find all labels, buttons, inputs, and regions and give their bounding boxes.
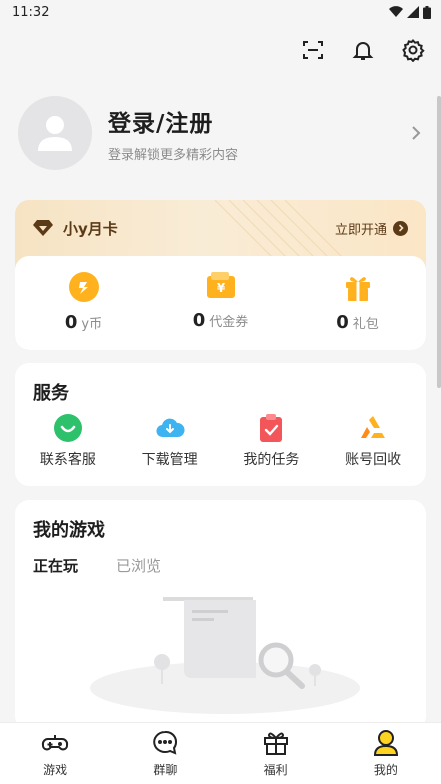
customer-service-icon	[53, 414, 82, 442]
status-bar: 11:32	[0, 0, 441, 24]
games-tabs: 正在玩 已浏览	[33, 555, 161, 577]
nav-group-chat[interactable]: 群聊	[125, 729, 205, 778]
wallet-voucher[interactable]: ¥ 0 代金券	[152, 256, 289, 350]
wallet-ycoin[interactable]: 0 y币	[15, 256, 152, 350]
battery-icon	[423, 5, 431, 19]
my-games-card: 我的游戏 正在玩 已浏览	[15, 500, 426, 730]
gamepad-icon	[42, 735, 69, 751]
ycoin-icon	[68, 272, 99, 302]
ycoin-unit: y币	[81, 317, 103, 332]
status-time: 11:32	[12, 4, 50, 20]
vip-title: 小y月卡	[33, 218, 118, 239]
service-label: 账号回收	[345, 452, 402, 468]
service-label: 联系客服	[39, 452, 96, 468]
avatar[interactable]	[18, 96, 92, 170]
nav-label: 游戏	[43, 763, 68, 777]
task-clipboard-icon	[260, 414, 283, 442]
recycle-icon	[361, 416, 386, 438]
my-games-title: 我的游戏	[33, 520, 105, 541]
default-avatar-icon	[38, 116, 72, 151]
nav-label: 群聊	[153, 763, 178, 777]
service-my-tasks[interactable]: 我的任务	[221, 413, 321, 469]
bell-icon[interactable]	[351, 38, 375, 62]
service-download-manager[interactable]: 下载管理	[120, 413, 220, 469]
profile-text: 登录/注册 登录解锁更多精彩内容	[108, 104, 409, 163]
cloud-download-icon	[156, 418, 185, 438]
scan-icon[interactable]	[301, 38, 325, 62]
nav-games[interactable]: 游戏	[15, 729, 95, 778]
gift-icon	[263, 732, 288, 755]
voucher-unit: 代金券	[209, 315, 249, 330]
profile-login[interactable]: 登录/注册 登录解锁更多精彩内容	[18, 96, 423, 170]
svg-text:¥: ¥	[216, 281, 225, 295]
login-register-title[interactable]: 登录/注册	[108, 104, 409, 138]
diamond-icon	[33, 220, 53, 236]
user-icon	[373, 730, 398, 756]
wallet-gift-pack[interactable]: 0 礼包	[289, 256, 426, 350]
service-label: 我的任务	[243, 452, 300, 468]
wallet-row: 0 y币 ¥ 0 代金券 0 礼包	[15, 256, 426, 350]
status-icons	[389, 5, 431, 19]
nav-label: 我的	[373, 763, 398, 777]
ycoin-value: 0	[64, 312, 78, 333]
chat-icon	[153, 730, 178, 755]
gift-pack-unit: 礼包	[352, 317, 379, 332]
services-card: 服务 联系客服 下载管理 我的任务 账号回收	[15, 363, 426, 486]
gift-pack-icon	[345, 277, 370, 301]
nav-mine[interactable]: 我的	[346, 729, 426, 778]
settings-gear-icon[interactable]	[401, 38, 425, 62]
vip-card-stripes	[215, 200, 346, 260]
tab-browsed[interactable]: 已浏览	[116, 555, 161, 576]
vip-title-label: 小y月卡	[63, 219, 118, 238]
wifi-icon	[389, 6, 403, 18]
top-actions	[301, 38, 425, 62]
tab-playing[interactable]: 正在玩	[33, 555, 79, 577]
services-row: 联系客服 下载管理 我的任务 账号回收	[15, 413, 426, 469]
voucher-value: 0	[192, 310, 206, 331]
service-label: 下载管理	[141, 452, 198, 468]
empty-state-illustration	[90, 597, 360, 714]
scrollbar[interactable]	[437, 96, 441, 388]
chevron-right-icon[interactable]	[409, 126, 423, 140]
login-subtitle: 登录解锁更多精彩内容	[108, 147, 239, 163]
signal-icon	[407, 6, 419, 18]
services-title: 服务	[33, 383, 69, 404]
gift-pack-value: 0	[336, 312, 349, 333]
vip-card: 小y月卡 立即开通 0 y币 ¥ 0 代金券 0 礼包	[15, 200, 426, 350]
bottom-navigation: 游戏 群聊 福利 我的	[0, 722, 441, 784]
nav-welfare[interactable]: 福利	[236, 729, 316, 778]
service-account-recycle[interactable]: 账号回收	[323, 413, 423, 469]
nav-label: 福利	[263, 763, 288, 777]
voucher-icon: ¥	[206, 272, 235, 298]
service-customer-support[interactable]: 联系客服	[18, 413, 118, 469]
